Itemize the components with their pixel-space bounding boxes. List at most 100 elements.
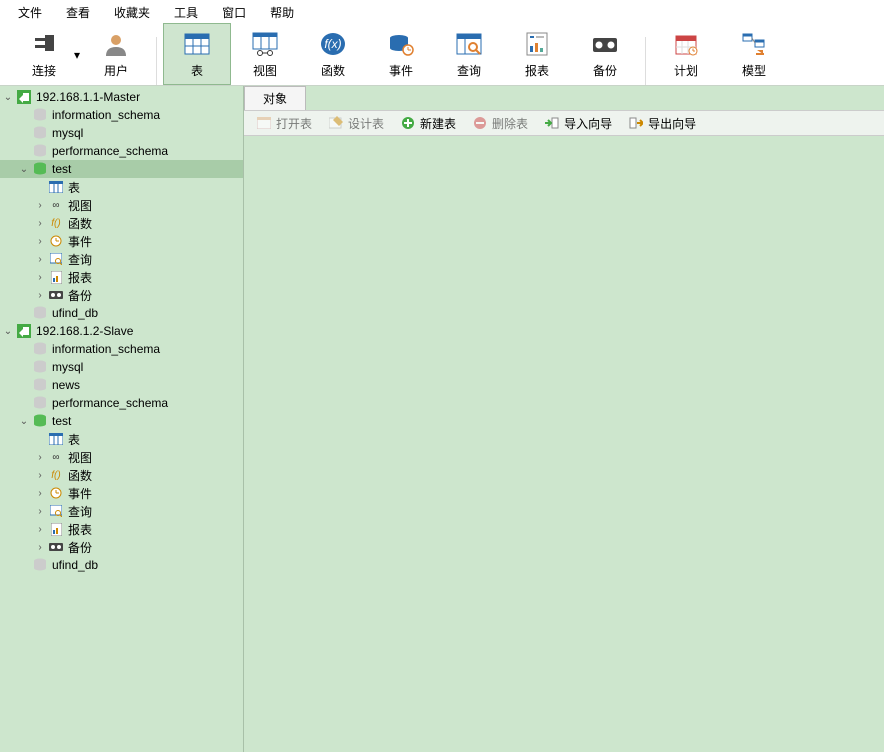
- expander-icon[interactable]: ›: [32, 542, 48, 553]
- tree-database[interactable]: performance_schema: [0, 394, 243, 412]
- object-list-area: [244, 136, 884, 752]
- tree-functions[interactable]: ›f()函数: [0, 466, 243, 484]
- function-button[interactable]: f(x) 函数: [299, 23, 367, 85]
- menu-file[interactable]: 文件: [6, 0, 54, 25]
- view-label: 视图: [253, 62, 277, 79]
- open-table-button[interactable]: 打开表: [250, 113, 318, 134]
- minus-icon: [472, 115, 488, 131]
- user-button[interactable]: 用户: [82, 23, 150, 85]
- tree-views[interactable]: ›∞视图: [0, 196, 243, 214]
- expander-icon[interactable]: ›: [32, 452, 48, 463]
- expander-icon[interactable]: ⌄: [16, 164, 32, 175]
- expander-icon[interactable]: ›: [32, 470, 48, 481]
- new-table-button[interactable]: 新建表: [394, 113, 462, 134]
- tree-label: 报表: [68, 521, 92, 538]
- connection-icon: [16, 89, 32, 105]
- event-label: 事件: [389, 62, 413, 79]
- query-button[interactable]: 查询: [435, 23, 503, 85]
- tree-label: 192.168.1.2-Slave: [36, 324, 133, 338]
- tree-events[interactable]: ›事件: [0, 484, 243, 502]
- plan-button[interactable]: 计划: [652, 23, 720, 85]
- connection-icon: [16, 323, 32, 339]
- menu-window[interactable]: 窗口: [210, 0, 258, 25]
- expander-icon[interactable]: ›: [32, 218, 48, 229]
- tree-connection[interactable]: ⌄ 192.168.1.1-Master: [0, 88, 243, 106]
- tree-label: 查询: [68, 503, 92, 520]
- tree-connection[interactable]: ⌄ 192.168.1.2-Slave: [0, 322, 243, 340]
- expander-icon[interactable]: ⌄: [0, 326, 16, 337]
- tree-tables[interactable]: 表: [0, 178, 243, 196]
- design-table-button[interactable]: 设计表: [322, 113, 390, 134]
- event-icon: [387, 30, 415, 58]
- design-table-icon: [328, 115, 344, 131]
- tree-database[interactable]: information_schema: [0, 106, 243, 124]
- tree-views[interactable]: ›∞视图: [0, 448, 243, 466]
- connect-button[interactable]: 连接: [10, 23, 78, 85]
- table-label: 表: [191, 62, 203, 79]
- tree-database[interactable]: news: [0, 376, 243, 394]
- tree-database[interactable]: information_schema: [0, 340, 243, 358]
- tree-reports[interactable]: ›报表: [0, 268, 243, 286]
- tree-tables[interactable]: 表: [0, 430, 243, 448]
- btn-label: 导入向导: [564, 115, 612, 132]
- report-button[interactable]: 报表: [503, 23, 571, 85]
- tab-bar: 对象: [244, 86, 884, 110]
- tree-queries[interactable]: › 查询: [0, 250, 243, 268]
- tree-queries[interactable]: › 查询: [0, 502, 243, 520]
- tree-label: 查询: [68, 251, 92, 268]
- tree-database-test[interactable]: ⌄test: [0, 412, 243, 430]
- database-icon: [32, 395, 48, 411]
- tree-database-test[interactable]: ⌄ test: [0, 160, 243, 178]
- tree-database[interactable]: mysql: [0, 358, 243, 376]
- tree-backups[interactable]: ›备份: [0, 286, 243, 304]
- backup-button[interactable]: 备份: [571, 23, 639, 85]
- menu-help[interactable]: 帮助: [258, 0, 306, 25]
- tree-label: ufind_db: [52, 558, 98, 572]
- tree-database[interactable]: mysql: [0, 124, 243, 142]
- tree-backups[interactable]: ›备份: [0, 538, 243, 556]
- open-table-icon: [256, 115, 272, 131]
- expander-icon[interactable]: ›: [32, 254, 48, 265]
- expander-icon[interactable]: ⌄: [16, 416, 32, 427]
- expander-icon[interactable]: ›: [32, 524, 48, 535]
- tree-label: information_schema: [52, 108, 160, 122]
- connect-dropdown[interactable]: ▾: [74, 48, 82, 62]
- func-small-icon: f(): [48, 215, 64, 231]
- report-label: 报表: [525, 62, 549, 79]
- tree-functions[interactable]: ›f()函数: [0, 214, 243, 232]
- tab-object[interactable]: 对象: [244, 86, 306, 110]
- database-icon: [32, 125, 48, 141]
- btn-label: 打开表: [276, 115, 312, 132]
- view-button[interactable]: 视图: [231, 23, 299, 85]
- menu-tools[interactable]: 工具: [162, 0, 210, 25]
- event-button[interactable]: 事件: [367, 23, 435, 85]
- backup-label: 备份: [593, 62, 617, 79]
- tree-label: information_schema: [52, 342, 160, 356]
- expander-icon[interactable]: ›: [32, 290, 48, 301]
- tree-database[interactable]: performance_schema: [0, 142, 243, 160]
- expander-icon[interactable]: ⌄: [0, 92, 16, 103]
- menu-favorites[interactable]: 收藏夹: [102, 0, 162, 25]
- export-wizard-button[interactable]: 导出向导: [622, 113, 702, 134]
- import-icon: [544, 115, 560, 131]
- tree-label: test: [52, 162, 71, 176]
- expander-icon[interactable]: ›: [32, 272, 48, 283]
- expander-icon[interactable]: ›: [32, 488, 48, 499]
- export-icon: [628, 115, 644, 131]
- tree-database[interactable]: ufind_db: [0, 556, 243, 574]
- tree-label: 表: [68, 431, 80, 448]
- tree-label: performance_schema: [52, 144, 168, 158]
- table-button[interactable]: 表: [163, 23, 231, 85]
- tree-label: 函数: [68, 215, 92, 232]
- menu-view[interactable]: 查看: [54, 0, 102, 25]
- tree-reports[interactable]: › 报表: [0, 520, 243, 538]
- model-button[interactable]: 模型: [720, 23, 788, 85]
- tree-events[interactable]: ›事件: [0, 232, 243, 250]
- expander-icon[interactable]: ›: [32, 200, 48, 211]
- import-wizard-button[interactable]: 导入向导: [538, 113, 618, 134]
- expander-icon[interactable]: ›: [32, 236, 48, 247]
- delete-table-button[interactable]: 删除表: [466, 113, 534, 134]
- expander-icon[interactable]: ›: [32, 506, 48, 517]
- tree-database[interactable]: ufind_db: [0, 304, 243, 322]
- connect-label: 连接: [32, 62, 56, 79]
